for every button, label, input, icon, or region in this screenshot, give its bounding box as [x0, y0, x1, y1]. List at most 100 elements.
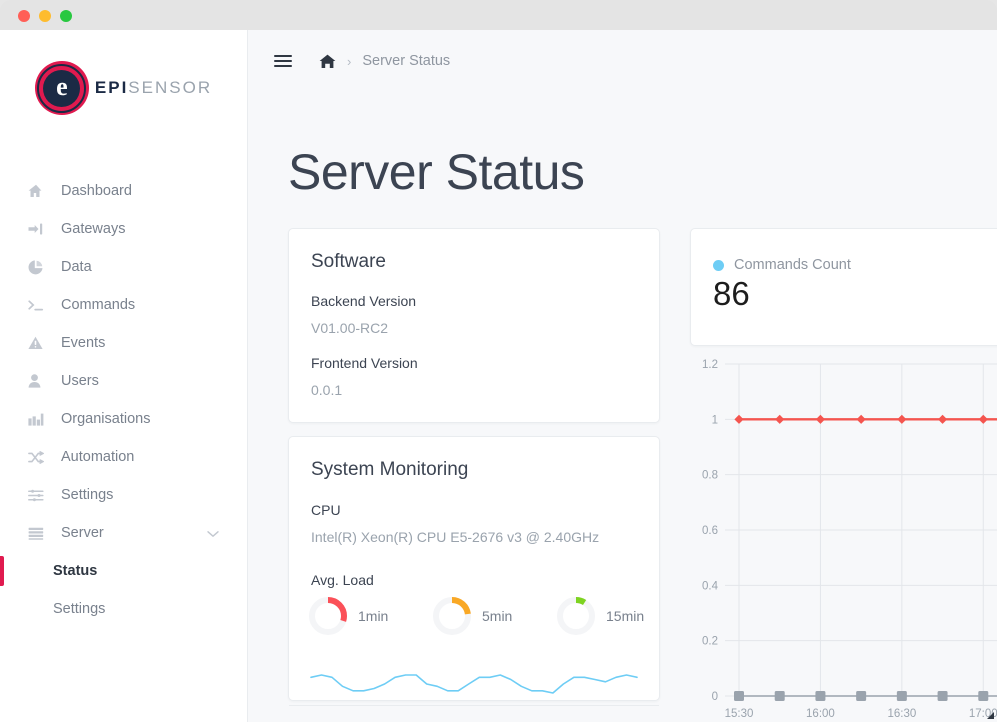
chart-marker	[815, 691, 826, 701]
sidebar-item-label: Automation	[61, 449, 135, 465]
backend-version-value: V01.00-RC2	[311, 320, 389, 336]
avg-load-label: Avg. Load	[311, 572, 374, 588]
sidebar-item-events[interactable]: Events	[0, 324, 247, 362]
resize-grip-icon[interactable]	[983, 708, 995, 720]
brand-wordmark: EPISENSOR	[95, 78, 212, 98]
y-tick-label: 0.6	[702, 525, 718, 537]
server-icon	[28, 525, 48, 541]
gauge-15min-label: 15min	[606, 608, 645, 624]
sidebar: e EPISENSOR Dashboard Gateways Data Comm…	[0, 30, 248, 722]
gauge-1min-ring	[309, 597, 347, 635]
y-tick-label: 0.2	[702, 636, 718, 648]
sliders-icon	[28, 487, 48, 503]
warning-triangle-icon	[28, 335, 48, 351]
commands-count-value: 86	[713, 275, 750, 312]
sidebar-item-automation[interactable]: Automation	[0, 438, 247, 476]
series-color-dot	[713, 259, 724, 271]
topbar: › Server Status	[248, 30, 997, 92]
brand-logo[interactable]: e EPISENSOR	[0, 57, 247, 119]
episensor-logo-icon: e	[34, 61, 89, 115]
cpu-label: CPU	[311, 502, 341, 518]
sidebar-item-label: Gateways	[61, 221, 126, 237]
logo-letter: e	[56, 72, 68, 101]
sidebar-item-users[interactable]: Users	[0, 362, 247, 400]
sidebar-item-label: Dashboard	[61, 183, 132, 199]
chart-marker	[978, 414, 988, 424]
gauge-1min: 1min	[307, 595, 431, 637]
frontend-version-value: 0.0.1	[311, 382, 343, 398]
breadcrumb-current: Server Status	[362, 53, 451, 69]
app-window: e EPISENSOR Dashboard Gateways Data Comm…	[0, 0, 997, 722]
brand-sensor: SENSOR	[128, 78, 213, 97]
sidebar-item-label: Users	[61, 373, 99, 389]
commands-count-chart: 00.20.40.60.811.2 15:30 16:00 16:30 17:00	[702, 359, 997, 720]
system-monitoring-card: System Monitoring CPU Intel(R) Xeon(R) C…	[288, 436, 660, 706]
breadcrumb: › Server Status	[319, 53, 450, 69]
maximize-window-button[interactable]	[60, 10, 72, 22]
sidebar-subitem-label: Status	[53, 563, 98, 579]
chart-marker	[774, 691, 785, 701]
page-title: Server Status	[288, 144, 585, 200]
y-tick-label: 0	[712, 691, 718, 703]
minimize-window-button[interactable]	[39, 10, 51, 22]
chart-marker	[897, 414, 907, 424]
chart-marker	[978, 691, 989, 701]
user-icon	[28, 373, 48, 389]
sidebar-item-label: Events	[61, 335, 106, 351]
chart-marker	[856, 691, 867, 701]
breadcrumb-home-icon[interactable]	[319, 54, 336, 69]
window-body: e EPISENSOR Dashboard Gateways Data Comm…	[0, 30, 997, 722]
chart-x-tick-labels: 15:30 16:00 16:30 17:00	[725, 708, 997, 720]
sidebar-item-server[interactable]: Server	[0, 514, 247, 552]
sidebar-item-commands[interactable]: Commands	[0, 286, 247, 324]
shuffle-icon	[28, 449, 48, 465]
chart-marker	[775, 414, 785, 424]
sidebar-subitem-settings[interactable]: Settings	[0, 590, 247, 628]
traffic-lights	[18, 10, 72, 22]
y-tick-label: 1	[712, 414, 718, 426]
x-tick-label: 15:30	[725, 708, 754, 720]
sidebar-item-settings[interactable]: Settings	[0, 476, 247, 514]
chart-marker	[856, 414, 866, 424]
y-tick-label: 1.2	[702, 359, 718, 371]
sidebar-item-gateways[interactable]: Gateways	[0, 210, 247, 248]
commands-count-header: Commands Count	[713, 257, 851, 273]
frontend-version-label: Frontend Version	[311, 355, 418, 371]
backend-version-label: Backend Version	[311, 293, 417, 309]
sidebar-item-label: Data	[61, 259, 92, 275]
sidebar-item-label: Organisations	[61, 411, 151, 427]
bar-chart-icon	[28, 411, 48, 427]
x-tick-label: 16:30	[887, 708, 916, 720]
gauge-1min-label: 1min	[358, 608, 389, 624]
terminal-icon	[28, 297, 48, 313]
chart-marker	[937, 691, 948, 701]
card-divider	[289, 705, 659, 706]
hamburger-icon[interactable]	[274, 52, 292, 70]
system-monitoring-card-title: System Monitoring	[311, 459, 469, 480]
sidebar-item-label: Settings	[61, 487, 114, 503]
chevron-down-icon[interactable]	[207, 526, 219, 542]
chart-marker	[734, 414, 744, 424]
sidebar-item-data[interactable]: Data	[0, 248, 247, 286]
chart-y-tick-labels: 0 0.2 0.4 0.6 0.8 1 1.2	[702, 359, 719, 703]
home-icon	[28, 183, 48, 199]
sidebar-item-organisations[interactable]: Organisations	[0, 400, 247, 438]
gauge-5min: 5min	[431, 595, 555, 637]
y-tick-label: 0.4	[702, 580, 719, 592]
sidebar-item-label: Commands	[61, 297, 136, 313]
chart-marker	[937, 414, 948, 424]
window-titlebar	[0, 0, 997, 30]
chart-marker	[734, 691, 744, 701]
software-card-title: Software	[311, 251, 386, 272]
chart-series-group	[734, 414, 997, 701]
close-window-button[interactable]	[18, 10, 30, 22]
gauge-5min-label: 5min	[482, 608, 513, 624]
software-card: Software Backend Version V01.00-RC2 Fron…	[288, 228, 660, 423]
load-gauges: 1min 5min 15min	[307, 595, 679, 637]
sidebar-item-dashboard[interactable]: Dashboard	[0, 172, 247, 210]
chart-marker	[896, 691, 907, 701]
breadcrumb-separator: ›	[347, 53, 352, 69]
gauge-15min: 15min	[555, 595, 679, 637]
gauge-15min-ring	[557, 597, 595, 635]
sidebar-subitem-status[interactable]: Status	[0, 552, 247, 590]
